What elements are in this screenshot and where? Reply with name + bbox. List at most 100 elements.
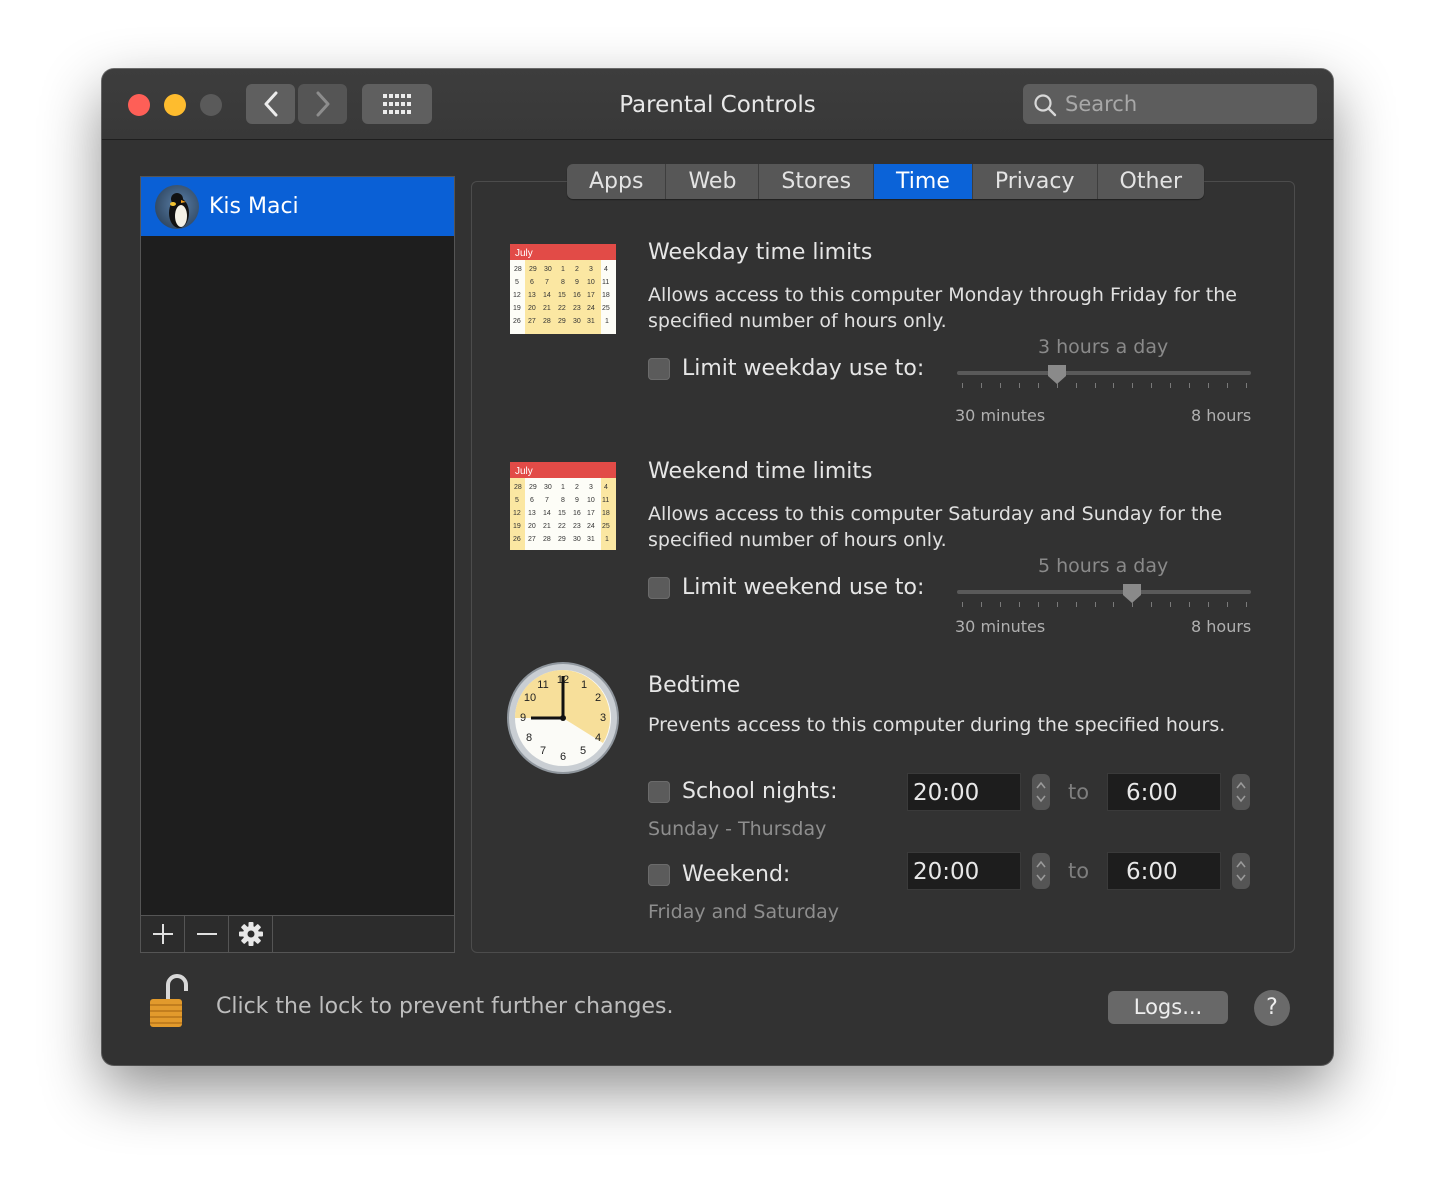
svg-text:25: 25 — [602, 523, 610, 530]
limit-weekend-row[interactable]: Limit weekend use to: — [648, 575, 924, 600]
slider-tick — [980, 602, 982, 607]
slider-tick — [1227, 602, 1229, 607]
svg-text:30: 30 — [544, 266, 552, 273]
svg-text:8: 8 — [561, 497, 565, 504]
calendar-icon: July 28 29 30 1 2 3 4 5 6 7 8 9 10 11 12 13 14 15 16 17 18… — [510, 462, 616, 550]
limit-weekday-checkbox[interactable] — [648, 357, 670, 380]
unlocked-lock-icon[interactable] — [148, 971, 194, 1029]
svg-text:28: 28 — [514, 266, 522, 273]
svg-text:11: 11 — [537, 679, 548, 691]
action-menu-button[interactable] — [229, 916, 273, 952]
svg-text:31: 31 — [587, 318, 595, 325]
weekday-slider[interactable] — [957, 371, 1251, 375]
weekend-bedtime-from-field[interactable]: 20:00 — [907, 852, 1021, 890]
weekend-bedtime-to-field[interactable]: 6:00 — [1107, 852, 1221, 890]
school-nights-row[interactable]: School nights: — [648, 779, 838, 804]
help-button[interactable]: ? — [1254, 990, 1290, 1026]
svg-text:5: 5 — [580, 745, 586, 757]
tab-web[interactable]: Web — [666, 164, 760, 199]
svg-text:22: 22 — [558, 305, 566, 312]
weekend-description: Allows access to this computer Saturday … — [648, 503, 1223, 551]
svg-text:27: 27 — [528, 536, 536, 543]
user-list-item[interactable]: Kis Maci — [141, 177, 454, 236]
svg-text:8: 8 — [561, 279, 565, 286]
tab-other[interactable]: Other — [1098, 164, 1204, 199]
svg-text:21: 21 — [543, 523, 551, 530]
svg-text:6: 6 — [530, 497, 534, 504]
stepper-arrows-icon — [1036, 781, 1046, 803]
svg-text:14: 14 — [543, 292, 551, 299]
school-nights-from-stepper[interactable] — [1032, 774, 1050, 810]
limit-weekday-row[interactable]: Limit weekday use to: — [648, 356, 924, 381]
school-nights-to-label: to — [1068, 780, 1090, 804]
svg-text:5: 5 — [515, 497, 519, 504]
svg-text:23: 23 — [573, 305, 581, 312]
svg-text:2: 2 — [595, 692, 601, 704]
calendar-icon: July 28 29 30 1 2 3 4 5 6 7 8 9 10 11 12 13 14 15 16 17 18… — [510, 244, 616, 334]
weekday-min-label: 30 minutes — [955, 406, 1046, 425]
svg-text:19: 19 — [513, 305, 521, 312]
svg-text:1: 1 — [605, 536, 609, 543]
weekend-bedtime-row[interactable]: Weekend: — [648, 862, 790, 887]
slider-tick — [1189, 602, 1191, 607]
weekend-slider[interactable] — [957, 590, 1251, 594]
svg-text:30: 30 — [573, 318, 581, 325]
school-nights-checkbox[interactable] — [648, 780, 670, 803]
bedtime-description: Prevents access to this computer during … — [648, 714, 1226, 736]
tab-privacy[interactable]: Privacy — [973, 164, 1098, 199]
slider-tick — [1018, 602, 1020, 607]
weekend-min-label: 30 minutes — [955, 617, 1046, 636]
svg-text:19: 19 — [513, 523, 521, 530]
slider-tick — [1037, 383, 1039, 388]
slider-tick — [1170, 383, 1172, 388]
clock-icon: 12123 4567 891011 — [507, 662, 619, 774]
svg-text:9: 9 — [575, 497, 579, 504]
school-nights-to-field[interactable]: 6:00 — [1107, 773, 1221, 811]
remove-user-button[interactable] — [185, 916, 229, 952]
svg-text:29: 29 — [529, 484, 537, 491]
svg-text:4: 4 — [595, 732, 601, 744]
svg-text:1: 1 — [581, 679, 587, 691]
svg-text:26: 26 — [513, 536, 521, 543]
weekend-bedtime-from-stepper[interactable] — [1032, 853, 1050, 889]
weekend-slider-value: 5 hours a day — [1038, 555, 1169, 577]
tab-apps[interactable]: Apps — [567, 164, 667, 199]
svg-text:1: 1 — [561, 266, 565, 273]
slider-tick — [1132, 383, 1134, 388]
limit-weekend-checkbox[interactable] — [648, 576, 670, 599]
logs-button[interactable]: Logs... — [1108, 991, 1228, 1024]
limit-weekend-label: Limit weekend use to: — [682, 575, 925, 600]
svg-text:22: 22 — [558, 523, 566, 530]
gear-icon — [238, 922, 263, 946]
weekend-bedtime-to-stepper[interactable] — [1232, 853, 1250, 889]
svg-text:12: 12 — [513, 510, 521, 517]
svg-text:28: 28 — [543, 318, 551, 325]
school-nights-from-field[interactable]: 20:00 — [907, 773, 1021, 811]
weekend-max-label: 8 hours — [1191, 617, 1252, 636]
svg-text:3: 3 — [589, 266, 593, 273]
svg-text:18: 18 — [602, 292, 610, 299]
search-icon — [1034, 94, 1057, 117]
svg-text:6: 6 — [530, 279, 534, 286]
tab-stores[interactable]: Stores — [759, 164, 875, 199]
tab-time[interactable]: Time — [874, 164, 973, 199]
slider-tick — [1132, 602, 1134, 607]
svg-text:9: 9 — [520, 712, 526, 724]
svg-text:2: 2 — [575, 484, 579, 491]
search-input[interactable]: Search — [1023, 84, 1317, 124]
add-user-button[interactable] — [141, 916, 185, 952]
svg-text:11: 11 — [602, 497, 609, 504]
school-nights-to-stepper[interactable] — [1232, 774, 1250, 810]
weekend-bedtime-checkbox[interactable] — [648, 863, 670, 886]
user-name: Kis Maci — [209, 194, 299, 219]
tab-bar: Apps Web Stores Time Privacy Other — [567, 164, 1204, 199]
stepper-arrows-icon — [1236, 860, 1246, 882]
svg-text:13: 13 — [528, 510, 536, 517]
svg-text:29: 29 — [558, 536, 566, 543]
penguin-icon — [169, 193, 189, 228]
calendar-month: July — [515, 466, 533, 477]
svg-text:4: 4 — [604, 484, 608, 491]
plus-icon — [152, 924, 173, 944]
svg-text:26: 26 — [513, 318, 521, 325]
weekend-bedtime-label: Weekend: — [682, 862, 791, 887]
